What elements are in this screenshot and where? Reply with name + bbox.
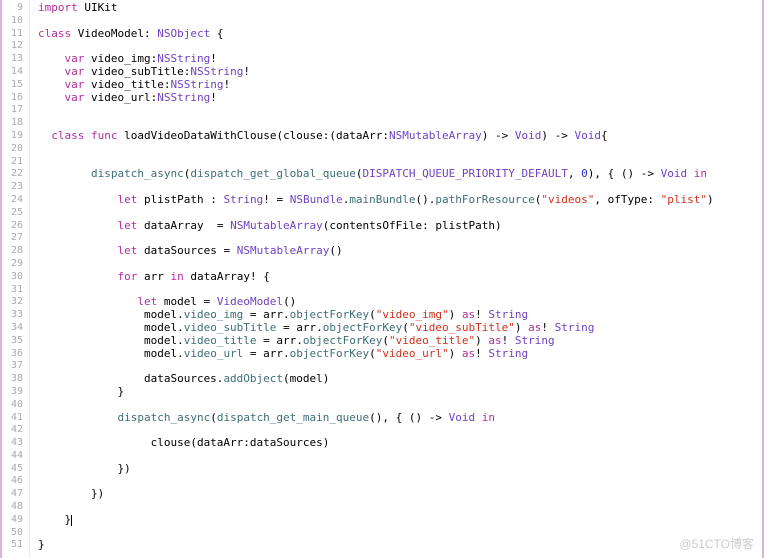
line-number: 23 bbox=[2, 181, 23, 194]
code-line[interactable]: dispatch_async(dispatch_get_main_queue()… bbox=[38, 412, 764, 425]
code-line[interactable]: }) bbox=[38, 463, 764, 476]
code-line[interactable]: import UIKit bbox=[38, 2, 764, 15]
code-line[interactable]: var video_url:NSString! bbox=[38, 92, 764, 105]
line-number: 45 bbox=[2, 463, 23, 476]
code-line[interactable]: model.video_url = arr.objectForKey("vide… bbox=[38, 348, 764, 361]
code-line[interactable]: for arr in dataArray! { bbox=[38, 271, 764, 284]
line-number: 48 bbox=[2, 501, 23, 514]
line-number: 37 bbox=[2, 360, 23, 373]
code-line[interactable] bbox=[38, 104, 764, 117]
line-number: 12 bbox=[2, 40, 23, 53]
line-number: 31 bbox=[2, 284, 23, 297]
line-number: 27 bbox=[2, 232, 23, 245]
line-number: 16 bbox=[2, 92, 23, 105]
line-number: 36 bbox=[2, 348, 23, 361]
line-number: 18 bbox=[2, 117, 23, 130]
code-content[interactable]: import UIKit class VideoModel: NSObject … bbox=[30, 0, 764, 558]
code-line[interactable]: let plistPath : String! = NSBundle.mainB… bbox=[38, 194, 764, 207]
line-number: 20 bbox=[2, 143, 23, 156]
code-line[interactable] bbox=[38, 527, 764, 540]
line-number: 46 bbox=[2, 475, 23, 488]
line-number: 39 bbox=[2, 386, 23, 399]
line-number: 30 bbox=[2, 271, 23, 284]
line-number: 25 bbox=[2, 207, 23, 220]
code-line[interactable] bbox=[38, 475, 764, 488]
line-number: 38 bbox=[2, 373, 23, 386]
line-number: 34 bbox=[2, 322, 23, 335]
code-line[interactable]: } bbox=[38, 514, 764, 527]
code-line[interactable]: } bbox=[38, 386, 764, 399]
line-number: 33 bbox=[2, 309, 23, 322]
line-number: 44 bbox=[2, 450, 23, 463]
line-number: 42 bbox=[2, 424, 23, 437]
line-number: 13 bbox=[2, 53, 23, 66]
line-number: 22 bbox=[2, 168, 23, 181]
line-number: 15 bbox=[2, 79, 23, 92]
code-line[interactable]: clouse(dataArr:dataSources) bbox=[38, 437, 764, 450]
line-number: 35 bbox=[2, 335, 23, 348]
code-line[interactable]: dataSources.addObject(model) bbox=[38, 373, 764, 386]
code-line[interactable]: }) bbox=[38, 488, 764, 501]
line-number: 50 bbox=[2, 527, 23, 540]
code-editor[interactable]: 9101112131415161718192021222324252627282… bbox=[2, 0, 764, 558]
line-number: 24 bbox=[2, 194, 23, 207]
line-number: 17 bbox=[2, 104, 23, 117]
line-number: 28 bbox=[2, 245, 23, 258]
line-number: 21 bbox=[2, 156, 23, 169]
line-number: 32 bbox=[2, 296, 23, 309]
code-line[interactable]: } bbox=[38, 539, 764, 552]
line-number: 49 bbox=[2, 514, 23, 527]
code-line[interactable]: let dataSources = NSMutableArray() bbox=[38, 245, 764, 258]
line-number: 26 bbox=[2, 220, 23, 233]
line-number: 10 bbox=[2, 15, 23, 28]
line-number: 51 bbox=[2, 539, 23, 552]
line-number: 29 bbox=[2, 258, 23, 271]
watermark-text: @51CTO博客 bbox=[679, 535, 754, 552]
line-number: 41 bbox=[2, 412, 23, 425]
line-number-gutter: 9101112131415161718192021222324252627282… bbox=[2, 0, 30, 558]
code-line[interactable] bbox=[38, 501, 764, 514]
line-number: 19 bbox=[2, 130, 23, 143]
line-number: 40 bbox=[2, 399, 23, 412]
code-line[interactable]: dispatch_async(dispatch_get_global_queue… bbox=[38, 168, 764, 181]
line-number: 47 bbox=[2, 488, 23, 501]
line-number: 14 bbox=[2, 66, 23, 79]
line-number: 9 bbox=[2, 2, 23, 15]
code-line[interactable]: class VideoModel: NSObject { bbox=[38, 28, 764, 41]
code-line[interactable] bbox=[38, 143, 764, 156]
line-number: 11 bbox=[2, 28, 23, 41]
code-line[interactable]: class func loadVideoDataWithClouse(clous… bbox=[38, 130, 764, 143]
line-number: 43 bbox=[2, 437, 23, 450]
text-cursor bbox=[71, 515, 72, 526]
code-line[interactable] bbox=[38, 450, 764, 463]
code-line[interactable]: let dataArray = NSMutableArray(contentsO… bbox=[38, 220, 764, 233]
